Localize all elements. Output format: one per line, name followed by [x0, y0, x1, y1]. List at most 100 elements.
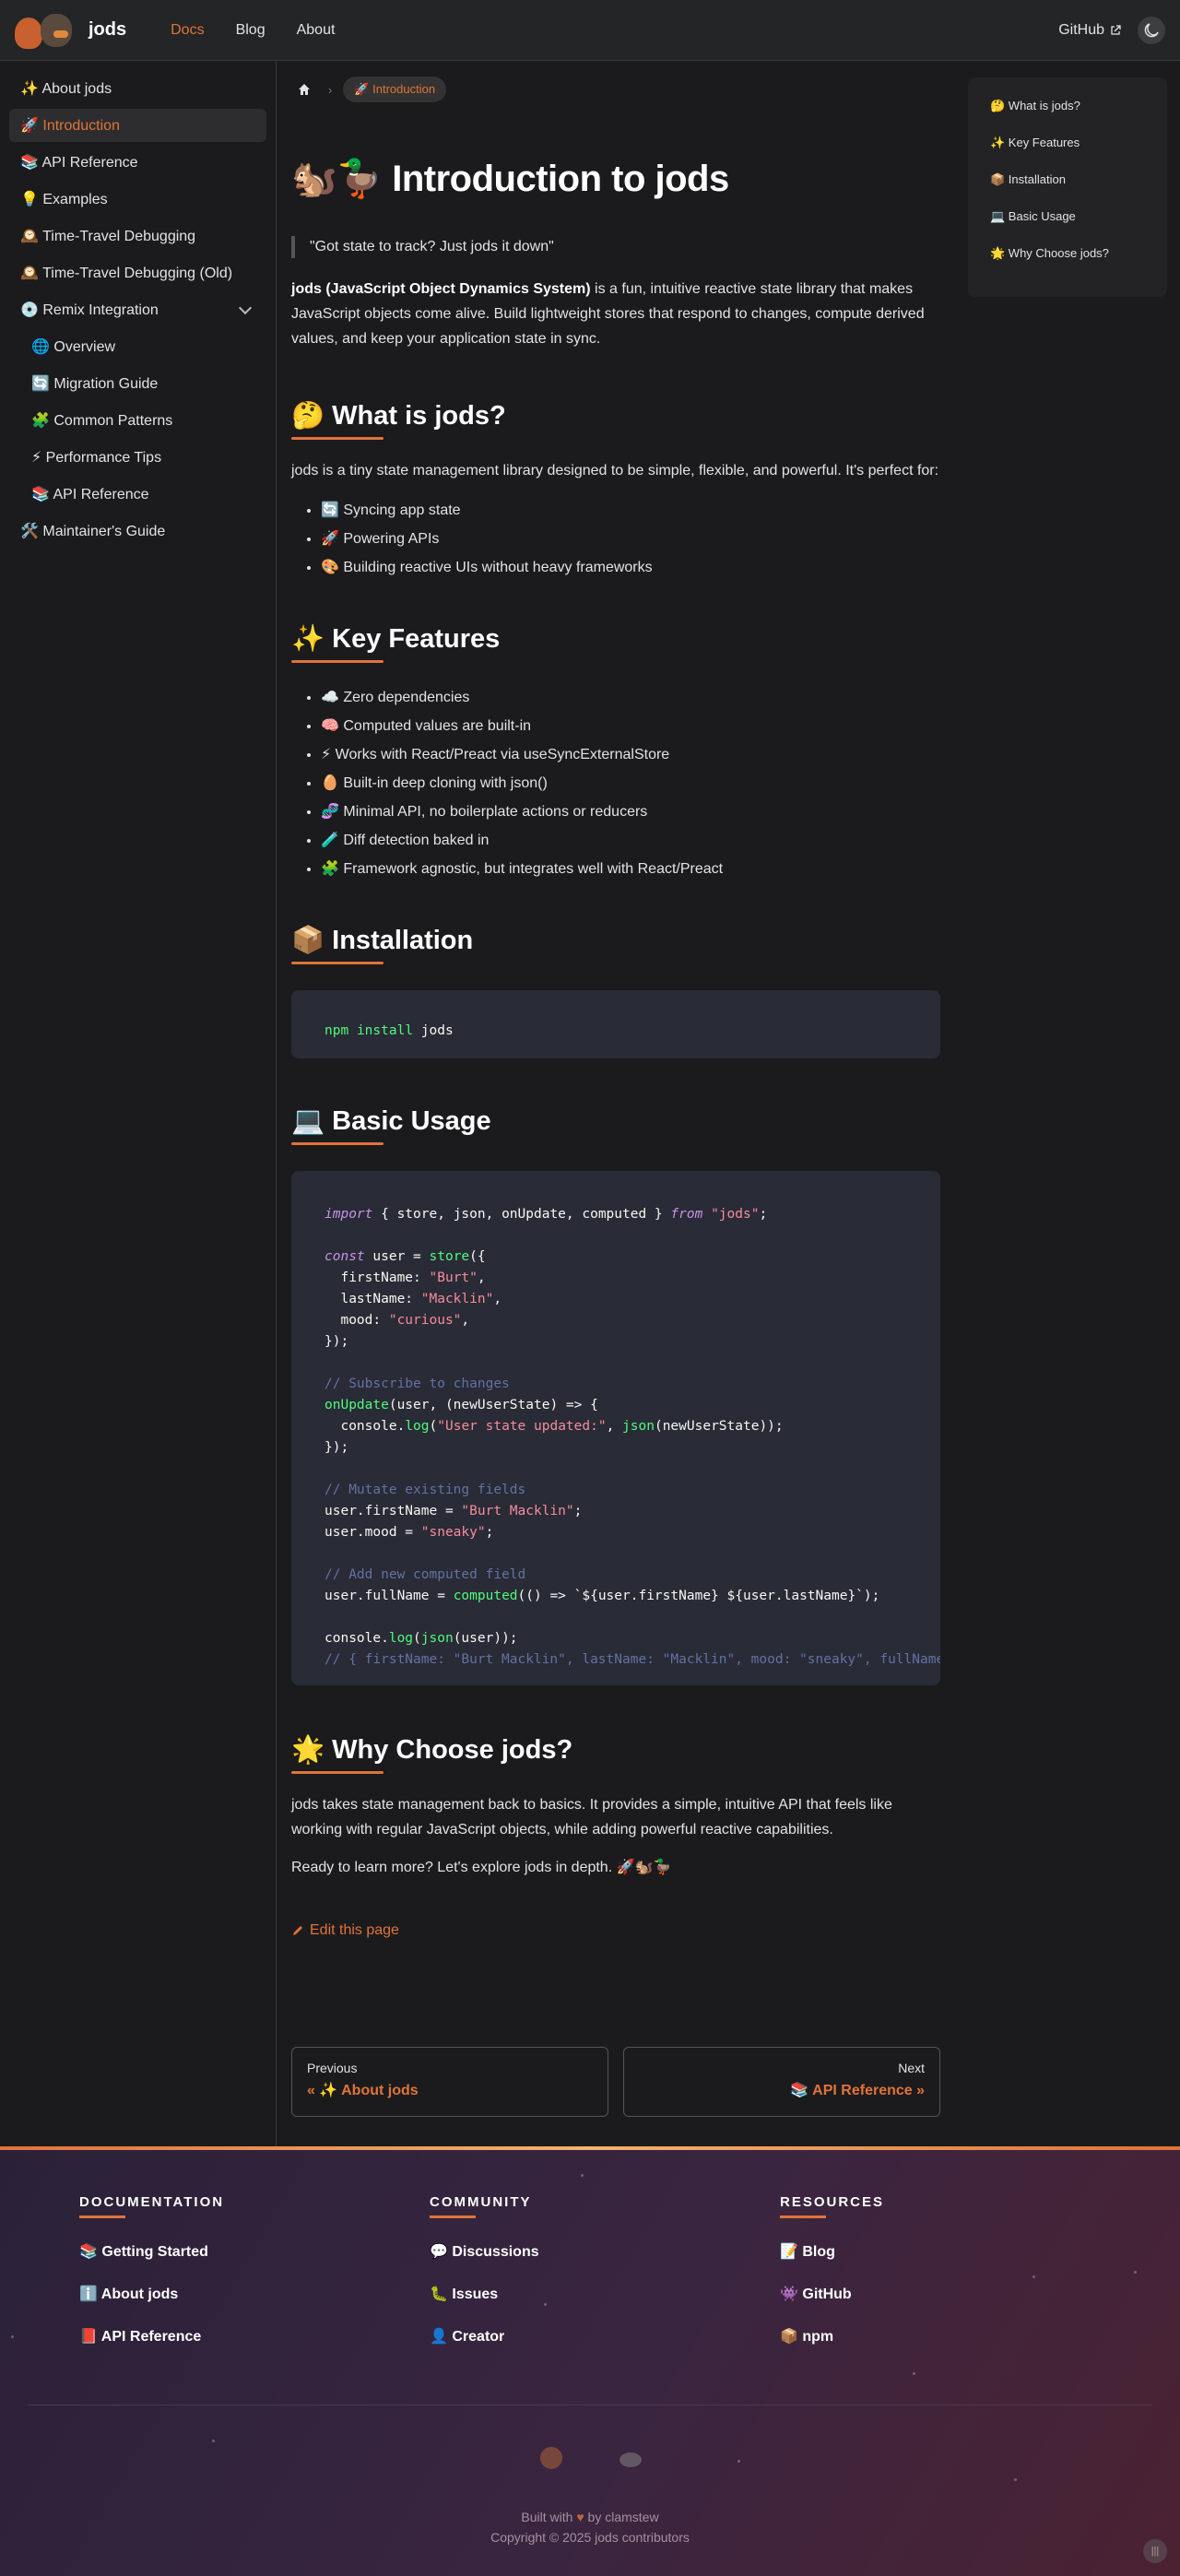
- pager-prev-title: « ✨ About jods: [307, 2083, 419, 2098]
- previous-page-button[interactable]: Previous « ✨ About jods: [291, 2047, 608, 2117]
- external-link-icon: [1111, 24, 1121, 35]
- code-token: npm: [324, 1023, 349, 1038]
- use-case-list: 🔄 Syncing app state 🚀 Powering APIs 🎨 Bu…: [321, 496, 940, 582]
- site-footer: DOCUMENTATION 📚 Getting Started ℹ️ About…: [0, 2146, 1180, 2576]
- list-item: 🧠 Computed values are built-in: [321, 712, 940, 740]
- footer-accent-line: [0, 2146, 1180, 2150]
- heart-icon: ♥: [576, 2510, 584, 2524]
- built-with-label: Built with: [521, 2510, 573, 2524]
- sidebar-item-overview[interactable]: 🌐 Overview: [9, 330, 266, 363]
- footer-link-npm[interactable]: 📦 npm: [780, 2327, 884, 2346]
- list-item: 🧪 Diff detection baked in: [321, 826, 940, 855]
- sidebar-item-time-travel[interactable]: 🕰️ Time-Travel Debugging: [9, 219, 266, 253]
- sidebar-item-common-patterns[interactable]: 🧩 Common Patterns: [9, 404, 266, 437]
- pencil-icon: [293, 1926, 302, 1935]
- sidebar-item-label: 💿 Remix Integration: [20, 302, 159, 318]
- heading-why-choose: 🌟 Why Choose jods?: [291, 1731, 940, 1774]
- footer-link-github[interactable]: 👾 GitHub: [780, 2285, 884, 2303]
- list-item: 🧬 Minimal API, no boilerplate actions or…: [321, 798, 940, 826]
- footer-link-creator[interactable]: 👤 Creator: [430, 2327, 539, 2346]
- footer-built-with: Built with ♥ by clamstew: [0, 2510, 1180, 2524]
- footer-docs-heading: DOCUMENTATION: [79, 2194, 225, 2210]
- brand-name: jods: [88, 19, 127, 40]
- edit-page-label: Edit this page: [310, 1922, 399, 1938]
- sidebar-item-introduction[interactable]: 🚀 Introduction: [9, 109, 266, 142]
- footer-copyright: Copyright © 2025 jods contributors: [490, 2530, 690, 2545]
- nav-blog-link[interactable]: Blog: [236, 22, 266, 39]
- footer-community-column: COMMUNITY 💬 Discussions 🐛 Issues 👤 Creat…: [430, 2194, 539, 2346]
- sidebar-item-about[interactable]: ✨ About jods: [9, 72, 266, 105]
- intro-strong: jods (JavaScript Object Dynamics System): [291, 281, 591, 297]
- list-item: 🥚 Built-in deep cloning with json(): [321, 769, 940, 798]
- features-list: ☁️ Zero dependencies 🧠 Computed values a…: [321, 683, 940, 883]
- logo-icon: [15, 12, 77, 49]
- list-item: 🧩 Framework agnostic, but integrates wel…: [321, 855, 940, 883]
- footer-link-about[interactable]: ℹ️ About jods: [79, 2285, 224, 2303]
- footer-link-blog[interactable]: 📝 Blog: [780, 2242, 884, 2261]
- what-paragraph: jods is a tiny state management library …: [291, 463, 939, 479]
- doc-pagination: Previous « ✨ About jods Next 📚 API Refer…: [291, 2047, 940, 2117]
- usage-code-block[interactable]: import { store, json, onUpdate, computed…: [291, 1171, 940, 1685]
- breadcrumb: › 🚀 Introduction: [291, 76, 940, 103]
- footer-resources-heading: RESOURCES: [780, 2194, 885, 2210]
- breadcrumb-separator: ›: [328, 82, 333, 97]
- next-page-button[interactable]: Next 📚 API Reference »: [623, 2047, 940, 2117]
- pager-prev-label: Previous: [307, 2061, 358, 2075]
- sidebar-item-performance-tips[interactable]: ⚡ Performance Tips: [9, 441, 266, 474]
- theme-toggle-button[interactable]: [1138, 16, 1165, 44]
- pager-next-label: Next: [898, 2061, 925, 2075]
- list-item: 🚀 Powering APIs: [321, 525, 940, 553]
- sidebar-item-time-travel-old[interactable]: 🕰️ Time-Travel Debugging (Old): [9, 256, 266, 290]
- footer-link-getting-started[interactable]: 📚 Getting Started: [79, 2242, 224, 2261]
- install-code-block[interactable]: npm install jods: [291, 990, 940, 1058]
- chevron-down-icon[interactable]: [238, 301, 253, 315]
- logo-link[interactable]: jods: [15, 12, 126, 49]
- heading-basic-usage: 💻 Basic Usage: [291, 1103, 940, 1145]
- edit-page-link[interactable]: Edit this page: [291, 1922, 940, 1939]
- sidebar-item-remix-integration[interactable]: 💿 Remix Integration: [9, 293, 266, 326]
- nav-docs-link[interactable]: Docs: [171, 22, 204, 39]
- sidebar-item-migration-guide[interactable]: 🔄 Migration Guide: [9, 367, 266, 400]
- toc-item-why-choose[interactable]: 🌟 Why Choose jods?: [990, 240, 1167, 277]
- page-title: 🐿️🦆 Introduction to jods: [291, 159, 729, 199]
- sidebar-item-api-reference[interactable]: 📚 API Reference: [9, 146, 266, 179]
- docs-sidebar: ✨ About jods 🚀 Introduction 📚 API Refere…: [0, 61, 277, 2146]
- code-token: jods: [420, 1023, 454, 1038]
- home-icon[interactable]: [291, 77, 317, 102]
- footer-community-heading: COMMUNITY: [430, 2194, 532, 2210]
- why-paragraph-2: Ready to learn more? Let's explore jods …: [291, 1860, 672, 1875]
- list-item: ☁️ Zero dependencies: [321, 683, 940, 712]
- nav-github-link[interactable]: GitHub: [1058, 22, 1121, 39]
- code-token: install: [356, 1023, 414, 1038]
- sidebar-item-examples[interactable]: 💡 Examples: [9, 183, 266, 216]
- built-by-label: by clamstew: [587, 2510, 659, 2524]
- footer-resources-column: RESOURCES 📝 Blog 👾 GitHub 📦 npm: [780, 2194, 884, 2346]
- navbar: jods Docs Blog About GitHub: [0, 0, 1180, 61]
- heading-installation: 📦 Installation: [291, 922, 940, 964]
- footer-link-discussions[interactable]: 💬 Discussions: [430, 2242, 539, 2261]
- footer-link-api-reference[interactable]: 📕 API Reference: [79, 2327, 224, 2346]
- nav-about-link[interactable]: About: [297, 22, 336, 39]
- toc-item-key-features[interactable]: ✨ Key Features: [990, 129, 1167, 166]
- footer-link-issues[interactable]: 🐛 Issues: [430, 2285, 539, 2303]
- help-widget-icon[interactable]: |||: [1143, 2539, 1167, 2563]
- list-item: 🎨 Building reactive UIs without heavy fr…: [321, 553, 940, 582]
- table-of-contents: 🤔 What is jods? ✨ Key Features 📦 Install…: [968, 77, 1167, 297]
- toc-item-basic-usage[interactable]: 💻 Basic Usage: [990, 203, 1167, 240]
- footer-docs-column: DOCUMENTATION 📚 Getting Started ℹ️ About…: [79, 2194, 224, 2346]
- footer-mascots-icon: [540, 2447, 642, 2473]
- pager-next-title: 📚 API Reference »: [790, 2083, 925, 2098]
- list-item: ⚡ Works with React/Preact via useSyncExt…: [321, 740, 940, 769]
- list-item: 🔄 Syncing app state: [321, 496, 940, 525]
- doc-content: › 🚀 Introduction 🐿️🦆 Introduction to jod…: [291, 61, 940, 2117]
- moon-icon: [1144, 22, 1159, 37]
- sidebar-item-maintainers-guide[interactable]: 🛠️ Maintainer's Guide: [9, 514, 266, 548]
- toc-item-installation[interactable]: 📦 Installation: [990, 166, 1167, 203]
- toc-item-what-is-jods[interactable]: 🤔 What is jods?: [990, 92, 1167, 129]
- why-paragraph: jods takes state management back to basi…: [291, 1797, 892, 1837]
- heading-what-is-jods: 🤔 What is jods?: [291, 397, 940, 440]
- sidebar-item-remix-api-reference[interactable]: 📚 API Reference: [9, 478, 266, 511]
- github-label: GitHub: [1058, 21, 1104, 38]
- intro-paragraph: jods (JavaScript Object Dynamics System)…: [291, 277, 940, 351]
- heading-key-features: ✨ Key Features: [291, 620, 940, 663]
